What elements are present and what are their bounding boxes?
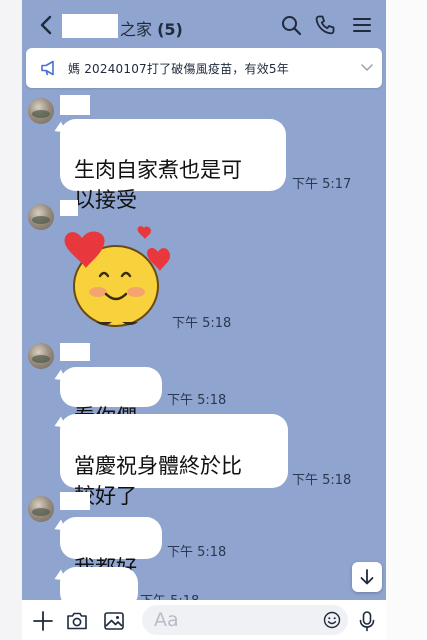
call-button[interactable] [314, 14, 336, 36]
chat-title-suffix: 之家 [120, 20, 153, 39]
sender-name-redaction [60, 343, 90, 361]
arrow-down-icon [360, 569, 374, 585]
message-input-placeholder: Aa [154, 609, 179, 631]
message-time: 下午 5:18 [167, 393, 227, 408]
chat-title[interactable]: 之家 (5) [120, 16, 183, 40]
message-composer: Aa [22, 600, 386, 640]
megaphone-icon [41, 60, 54, 76]
message-input[interactable]: Aa [142, 605, 348, 635]
chat-screen: 之家 (5) 媽 20240107打了破傷風疫苗，有效5年 生肉自家煮也是可 以… [22, 0, 386, 640]
emoji-icon[interactable] [323, 611, 341, 629]
message-bubble[interactable]: 生肉自家煮也是可 以接受 [60, 119, 286, 212]
announcement-banner[interactable]: 媽 20240107打了破傷風疫苗，有效5年 [26, 48, 382, 88]
image-icon[interactable] [103, 610, 125, 632]
avatar[interactable] [28, 98, 54, 124]
back-button[interactable] [36, 14, 58, 36]
chat-name-redaction [62, 14, 118, 38]
chevron-down-icon[interactable] [360, 63, 374, 73]
message-text: 生肉自家煮也是可 以接受 [74, 158, 242, 212]
scroll-to-bottom-button[interactable] [352, 562, 382, 592]
message-bubble[interactable]: 我都好 [60, 517, 162, 580]
sender-name-redaction [60, 492, 90, 510]
menu-icon [353, 18, 371, 32]
search-button[interactable] [280, 14, 302, 36]
message-bubble[interactable]: 看你們 [60, 367, 162, 429]
message-time: 下午 5:18 [172, 316, 232, 331]
search-icon [282, 16, 302, 36]
avatar[interactable] [28, 343, 54, 369]
message-text: 當慶祝身體終於比 較好了 [74, 454, 242, 508]
screen-margin [386, 0, 427, 640]
chat-header: 之家 (5) [22, 6, 386, 44]
message-bubble[interactable]: 當慶祝身體終於比 較好了 [60, 414, 288, 508]
avatar[interactable] [28, 496, 54, 522]
message-time: 下午 5:17 [292, 177, 352, 192]
heart-face-sticker[interactable] [60, 224, 170, 334]
message-time: 下午 5:18 [167, 545, 227, 560]
camera-icon[interactable] [66, 610, 88, 632]
sender-name-redaction [60, 95, 90, 115]
avatar[interactable] [28, 204, 54, 230]
menu-button[interactable] [351, 14, 373, 36]
message-time: 下午 5:18 [292, 473, 352, 488]
mic-icon[interactable] [356, 610, 378, 632]
back-arrow-icon [40, 15, 52, 35]
phone-icon [315, 15, 335, 35]
sender-name-redaction [60, 200, 78, 216]
member-count: (5) [157, 20, 183, 39]
plus-icon[interactable] [32, 610, 54, 632]
announcement-text: 媽 20240107打了破傷風疫苗，有效5年 [68, 62, 289, 76]
